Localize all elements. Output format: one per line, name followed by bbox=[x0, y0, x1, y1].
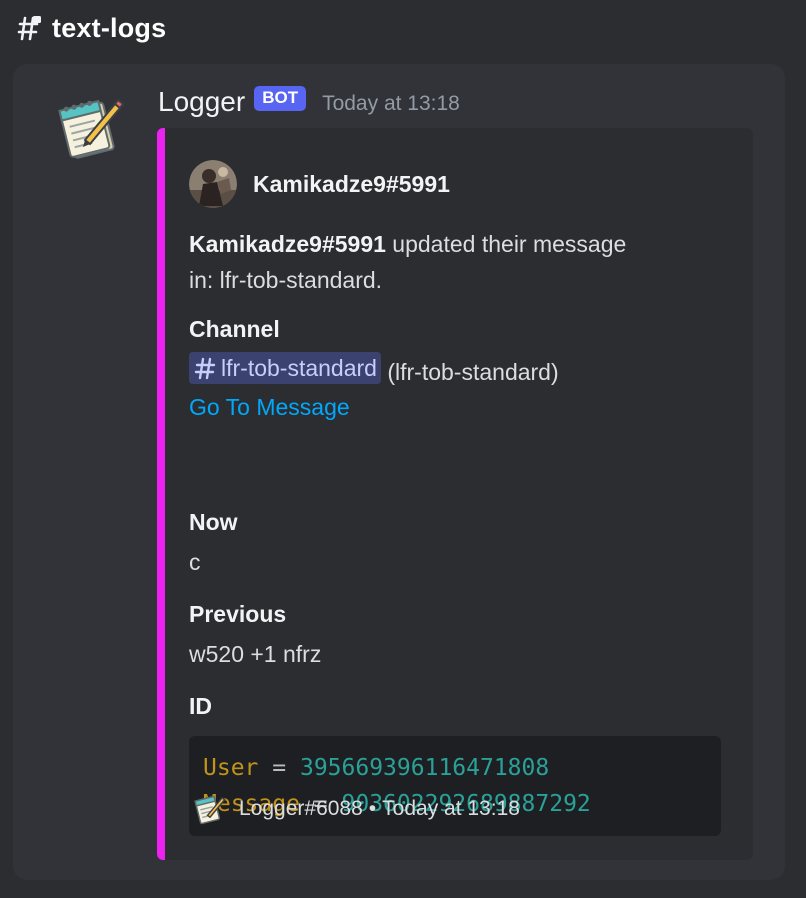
author-name[interactable]: Logger bbox=[158, 86, 245, 118]
bot-badge: BOT bbox=[254, 85, 307, 111]
go-to-message-link[interactable]: Go To Message bbox=[189, 389, 350, 425]
notepad-icon bbox=[194, 795, 226, 825]
channel-header: text-logs bbox=[16, 10, 166, 46]
code-user-id: 395669396116471808 bbox=[299, 755, 550, 781]
field-channel-value: lfr-tob-standard (lfr-tob-standard) bbox=[189, 352, 559, 390]
embed-footer: Logger#6088 • Today at 13:18 bbox=[193, 792, 520, 826]
field-previous-value: w520 +1 nfrz bbox=[189, 641, 322, 667]
message-timestamp[interactable]: Today at 13:18 bbox=[322, 92, 460, 116]
embed-description: Kamikadze9#5991 updated their message in… bbox=[189, 226, 719, 298]
embed-author-name[interactable]: Kamikadze9#5991 bbox=[253, 171, 450, 198]
field-now-value: c bbox=[189, 549, 201, 575]
footer-author: Logger#6088 bbox=[239, 797, 363, 820]
notepad-icon[interactable] bbox=[55, 92, 125, 162]
locked-hash-icon bbox=[17, 16, 41, 41]
channel-suffix: (lfr-tob-standard) bbox=[380, 359, 559, 385]
embed-accent-bar bbox=[157, 128, 165, 860]
embed-author: Kamikadze9#5991 bbox=[189, 160, 450, 208]
description-user: Kamikadze9#5991 bbox=[189, 231, 386, 257]
channel-title: text-logs bbox=[52, 12, 167, 43]
field-previous-name: Previous bbox=[189, 601, 287, 627]
message[interactable]: Logger BOT Today at 13:18 Kamikadze9#599… bbox=[13, 64, 785, 880]
field-id-name: ID bbox=[189, 693, 212, 719]
user-avatar[interactable] bbox=[189, 160, 237, 208]
footer-separator: • bbox=[368, 797, 377, 820]
code-key-user: User bbox=[203, 755, 259, 781]
hash-icon bbox=[194, 357, 216, 380]
field-channel-name: Channel bbox=[189, 316, 280, 342]
footer-timestamp: Today at 13:18 bbox=[382, 797, 520, 820]
code-equals: = bbox=[272, 755, 287, 781]
code-line-user: User = 395669396116471808 bbox=[203, 750, 721, 786]
description-text: updated their message bbox=[385, 231, 627, 257]
message-header: Logger BOT Today at 13:18 bbox=[158, 85, 460, 118]
field-now-name: Now bbox=[189, 509, 238, 535]
channel-mention-label: lfr-tob-standard bbox=[221, 355, 377, 381]
footer-text: Logger#6088 • Today at 13:18 bbox=[239, 797, 520, 821]
description-text-2: in: lfr-tob-standard. bbox=[189, 267, 383, 293]
embed: Kamikadze9#5991 Kamikadze9#5991 updated … bbox=[157, 128, 753, 860]
channel-mention[interactable]: lfr-tob-standard bbox=[189, 352, 381, 384]
